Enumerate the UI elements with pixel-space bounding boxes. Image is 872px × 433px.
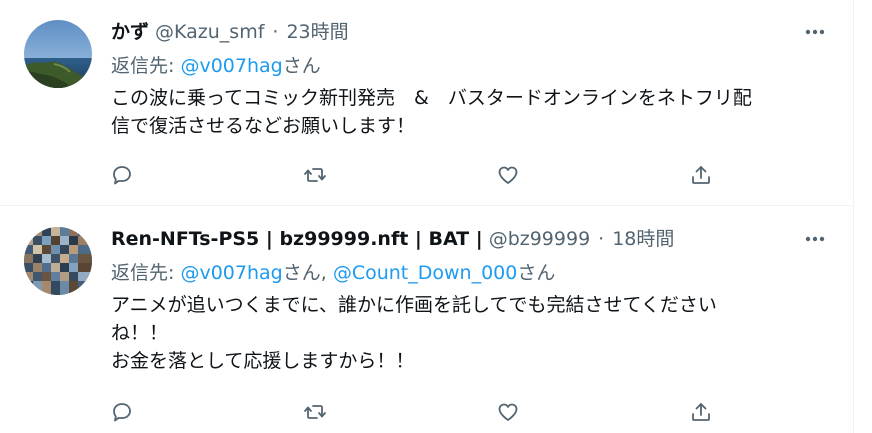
reply-prefix: 返信先:: [111, 262, 181, 284]
avatar[interactable]: [24, 227, 92, 295]
heart-icon: [498, 403, 518, 421]
like-button[interactable]: [491, 158, 525, 192]
more-horizontal-icon[interactable]: [801, 22, 829, 42]
tweet[interactable]: かず @Kazu_smf · 23時間 返信先: @v007hagさん この波に…: [0, 0, 853, 206]
timestamp[interactable]: 18時間: [612, 221, 674, 257]
avatar-mosaic-image: [24, 227, 92, 295]
tweet-header: Ren-NFTs-PS5 | bz99999.nft | BAT | @bz99…: [111, 221, 833, 257]
more-horizontal-icon[interactable]: [801, 229, 829, 249]
heart-icon: [498, 166, 518, 184]
reply-prefix: 返信先:: [111, 55, 181, 77]
mention-separator: さん,: [282, 262, 333, 284]
tweet-text: アニメが追いつくまでに、誰かに作画を託してでも完結させてください ね！！ お金を…: [111, 291, 833, 375]
tweet-actions: [111, 158, 731, 192]
tweet-text-line: 信で復活させるなどお願いします！: [111, 115, 416, 137]
avatar-coast-image: [24, 20, 92, 88]
tweet-text-line: アニメが追いつくまでに、誰かに作画を託してでも完結させてください: [111, 294, 717, 316]
avatar[interactable]: [24, 20, 92, 88]
mention-link[interactable]: @v007hag: [180, 262, 282, 284]
like-button[interactable]: [491, 395, 525, 429]
tweet-text-line: ね！！: [111, 322, 169, 344]
tweet-header: かず @Kazu_smf · 23時間: [111, 14, 833, 50]
replying-to: 返信先: @v007hagさん, @Count_Down_000さん: [111, 257, 833, 289]
tweet-text: この波に乗ってコミック新刊発売 & バスタードオンラインをネトフリ配 信で復活さ…: [111, 84, 833, 140]
user-handle[interactable]: @Kazu_smf: [155, 14, 264, 50]
reply-bubble-icon: [113, 403, 131, 422]
retweet-arrows-icon: [304, 168, 326, 182]
retweet-button[interactable]: [298, 395, 332, 429]
reply-suffix: さん: [517, 262, 556, 284]
reply-button[interactable]: [105, 395, 139, 429]
reply-bubble-icon: [113, 166, 131, 185]
user-handle[interactable]: @bz99999: [489, 221, 590, 257]
display-name[interactable]: Ren-NFTs-PS5 | bz99999.nft | BAT |: [111, 221, 483, 257]
share-upload-icon: [692, 166, 710, 184]
share-button[interactable]: [684, 395, 718, 429]
tweet-actions: [111, 395, 731, 429]
share-button[interactable]: [684, 158, 718, 192]
separator-dot: ·: [272, 21, 279, 43]
share-upload-icon: [692, 403, 710, 421]
mention-link[interactable]: @Count_Down_000: [333, 262, 518, 284]
retweet-button[interactable]: [298, 158, 332, 192]
reply-button[interactable]: [105, 158, 139, 192]
reply-suffix: さん: [282, 55, 321, 77]
tweet[interactable]: Ren-NFTs-PS5 | bz99999.nft | BAT | @bz99…: [0, 207, 853, 433]
display-name[interactable]: かず: [111, 14, 149, 50]
retweet-arrows-icon: [304, 405, 326, 419]
separator-dot: ·: [598, 228, 605, 250]
timestamp[interactable]: 23時間: [286, 14, 348, 50]
tweet-text-line: この波に乗ってコミック新刊発売 & バスタードオンラインをネトフリ配: [111, 87, 752, 109]
tweet-text-line: お金を落として応援しますから！！: [111, 350, 415, 372]
mention-link[interactable]: @v007hag: [180, 55, 282, 77]
replying-to: 返信先: @v007hagさん: [111, 50, 833, 82]
timeline-column: かず @Kazu_smf · 23時間 返信先: @v007hagさん この波に…: [0, 0, 854, 433]
